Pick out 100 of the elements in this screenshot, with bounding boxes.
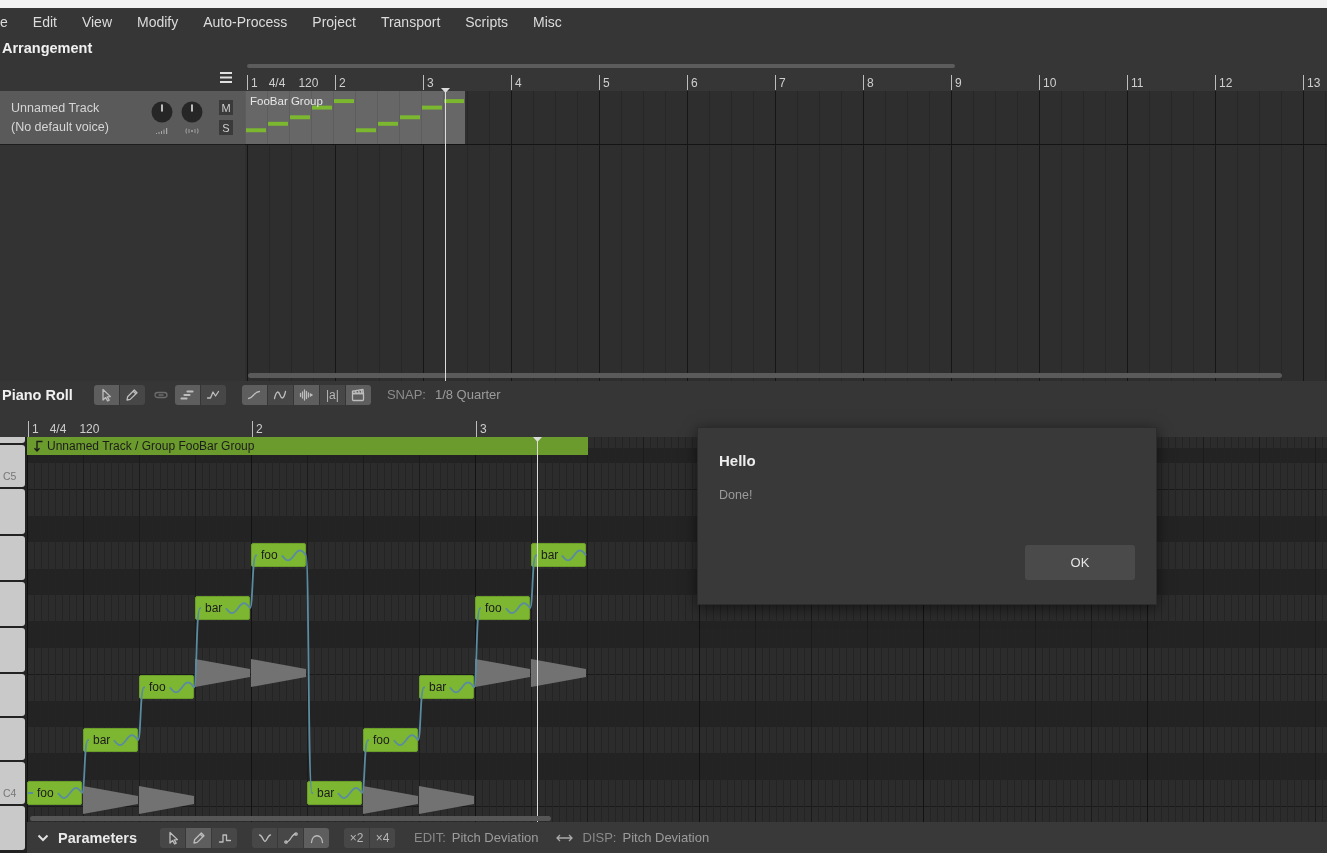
panel-title: Parameters	[58, 829, 137, 846]
pan-icon	[185, 128, 199, 134]
mini-note	[444, 99, 464, 104]
pencil-icon	[191, 830, 206, 845]
mini-note	[290, 115, 310, 120]
time-signature: 4/4	[49, 422, 67, 436]
menu-icon[interactable]	[220, 72, 232, 83]
tool-button[interactable]	[278, 827, 303, 848]
edit-parameter[interactable]: Pitch Deviation	[451, 830, 539, 845]
menu-item[interactable]: Edit	[20, 12, 70, 32]
note[interactable]: bar	[307, 781, 362, 805]
bar-number: 3	[480, 422, 487, 436]
menu-item[interactable]: Misc	[520, 12, 575, 32]
tool-button[interactable]: ×4	[370, 827, 395, 848]
horizontal-scrollbar[interactable]	[247, 64, 955, 68]
menu-item[interactable]: Scripts	[452, 12, 521, 32]
waveform-shape	[83, 786, 138, 814]
waveform-shape	[251, 659, 306, 687]
pitch-curve[interactable]	[27, 549, 587, 799]
tool-button[interactable]	[160, 827, 185, 848]
solo-button[interactable]: S	[219, 120, 233, 135]
bar-number: 8	[867, 75, 874, 90]
panel-title: Arrangement	[2, 40, 93, 56]
mini-note	[356, 128, 376, 133]
note[interactable]: bar	[419, 675, 474, 700]
bar-number: 2	[256, 422, 263, 436]
edit-label: EDIT:	[414, 830, 446, 845]
note[interactable]: foo	[475, 596, 530, 621]
dialog-button[interactable]: OK	[1025, 545, 1135, 580]
menu-item[interactable]: Project	[299, 12, 369, 32]
horizontal-scrollbar[interactable]	[248, 373, 1282, 378]
snap-value[interactable]: 1/8 Quarter	[434, 387, 501, 402]
note[interactable]: foo	[251, 543, 306, 568]
bar-number: 7	[779, 75, 786, 90]
clapperboard-icon	[351, 387, 366, 402]
waveform-shape	[475, 659, 530, 687]
tool-button[interactable]	[212, 827, 237, 848]
menu-item[interactable]: e	[0, 12, 21, 32]
group-bar[interactable]: Unnamed Track / Group FooBar Group	[27, 437, 588, 455]
waveform-icon	[299, 387, 314, 402]
bar-number: 5	[603, 75, 610, 90]
tool-button[interactable]	[252, 827, 277, 848]
tool-button[interactable]	[241, 384, 267, 405]
waveform-shape	[419, 786, 474, 814]
piano-key	[0, 489, 25, 534]
note-group-block[interactable]: FooBar Group	[245, 91, 465, 144]
track-name: Unnamed Track	[11, 101, 101, 115]
bar-number: 12	[1219, 75, 1233, 90]
group-label: FooBar Group	[250, 95, 323, 108]
tool-button[interactable]	[293, 384, 319, 405]
tool-button[interactable]: ×2	[344, 827, 369, 848]
menu-item[interactable]: Transport	[368, 12, 453, 32]
menu-item[interactable]: Modify	[124, 12, 191, 32]
piano-key	[0, 581, 25, 626]
group-label: Unnamed Track / Group FooBar Group	[47, 439, 255, 453]
menu-item[interactable]: View	[69, 12, 125, 32]
bar-number: 6	[691, 75, 698, 90]
pan-knob[interactable]	[181, 101, 203, 123]
display-label: DISP:	[582, 830, 617, 845]
playhead[interactable]	[532, 437, 542, 822]
mini-note	[312, 105, 332, 110]
waveform-shape	[195, 659, 250, 687]
chevron-down-icon[interactable]	[37, 833, 49, 842]
tool-button[interactable]	[119, 384, 145, 405]
menu-item[interactable]: Auto-Process	[190, 12, 300, 32]
piano-key: C4	[0, 762, 25, 805]
time-signature: 4/4	[268, 75, 286, 90]
waveform-shape	[363, 786, 418, 814]
tool-button[interactable]: |a|	[319, 384, 345, 405]
tool-button[interactable]	[186, 827, 211, 848]
bar-number: 2	[339, 75, 346, 90]
bar-number: 11	[1131, 75, 1144, 90]
piano-key	[0, 535, 25, 580]
note[interactable]: foo	[139, 675, 194, 700]
tempo: 120	[79, 422, 100, 436]
note[interactable]: bar	[195, 596, 250, 621]
note-bars-icon	[180, 387, 195, 402]
display-parameter[interactable]: Pitch Deviation	[622, 830, 710, 845]
note[interactable]: foo	[363, 728, 418, 753]
bar-number: 10	[1043, 75, 1057, 90]
tool-button[interactable]	[345, 384, 371, 405]
bar-number: 1	[251, 75, 258, 90]
tool-button[interactable]	[304, 827, 329, 848]
mini-note	[422, 105, 442, 110]
waveform-shape	[531, 659, 586, 687]
volume-knob[interactable]	[151, 101, 173, 123]
tool-button[interactable]	[174, 384, 200, 405]
tool-button[interactable]	[93, 384, 119, 405]
piano-key	[0, 627, 25, 673]
note[interactable]: bar	[531, 543, 586, 568]
note[interactable]: bar	[83, 728, 138, 753]
tool-button[interactable]	[200, 384, 226, 405]
horizontal-scrollbar[interactable]	[30, 816, 551, 821]
tool-button[interactable]	[267, 384, 293, 405]
bar-number: 1	[32, 422, 39, 436]
double-arrow-icon[interactable]	[555, 833, 573, 842]
mute-button[interactable]: M	[219, 100, 233, 115]
note[interactable]: foo	[27, 781, 82, 805]
piano-key	[0, 806, 25, 851]
playhead[interactable]	[440, 88, 450, 381]
